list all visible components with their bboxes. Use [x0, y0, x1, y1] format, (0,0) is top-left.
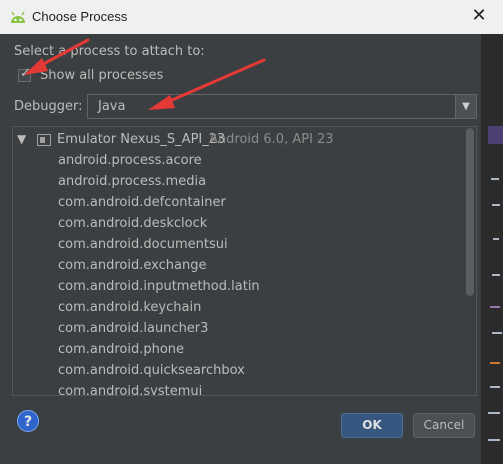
help-icon[interactable]: ?	[17, 410, 39, 432]
select-process-label: Select a process to attach to:	[14, 44, 205, 59]
device-name: Emulator Nexus_S_API_23	[57, 132, 226, 147]
show-all-processes-checkbox[interactable]: ✓	[18, 66, 31, 82]
window-title: Choose Process	[32, 9, 128, 24]
tree-expand-icon[interactable]: ▼	[17, 132, 26, 146]
debugger-select[interactable]: Java ▼	[87, 94, 477, 119]
process-item[interactable]: com.android.launcher3	[58, 321, 208, 336]
android-studio-icon	[11, 11, 25, 23]
process-tree[interactable]: ▼ Emulator Nexus_S_API_23 Android 6.0, A…	[12, 126, 477, 396]
emulator-icon	[37, 134, 51, 146]
process-item[interactable]: com.android.quicksearchbox	[58, 363, 245, 378]
process-item[interactable]: android.process.acore	[58, 153, 202, 168]
process-item[interactable]: com.android.exchange	[58, 258, 206, 273]
process-item[interactable]: com.android.phone	[58, 342, 184, 357]
checkmark-icon: ✓	[20, 66, 31, 81]
debugger-label: Debugger:	[14, 99, 83, 114]
title-bar: Choose Process ✕	[0, 0, 503, 34]
process-item[interactable]: com.android.keychain	[58, 300, 201, 315]
process-item[interactable]: com.android.documentsui	[58, 237, 228, 252]
close-icon[interactable]: ✕	[469, 6, 489, 26]
cancel-button[interactable]: Cancel	[413, 413, 475, 438]
process-item[interactable]: android.process.media	[58, 174, 206, 189]
vertical-scrollbar[interactable]	[466, 128, 474, 394]
process-item[interactable]: com.android.defcontainer	[58, 195, 226, 210]
editor-background-strip	[482, 34, 503, 464]
debugger-value: Java	[98, 99, 126, 114]
ok-button[interactable]: OK	[341, 413, 403, 438]
show-all-processes-label[interactable]: Show all processes	[40, 68, 163, 83]
process-item[interactable]: com.android.systemui	[58, 384, 202, 395]
device-version: Android 6.0, API 23	[209, 132, 334, 147]
dropdown-arrow-icon[interactable]: ▼	[455, 95, 476, 118]
process-item[interactable]: com.android.deskclock	[58, 216, 207, 231]
process-item[interactable]: com.android.inputmethod.latin	[58, 279, 260, 294]
scrollbar-thumb[interactable]	[466, 128, 474, 296]
device-node[interactable]: ▼ Emulator Nexus_S_API_23 Android 6.0, A…	[13, 132, 453, 152]
